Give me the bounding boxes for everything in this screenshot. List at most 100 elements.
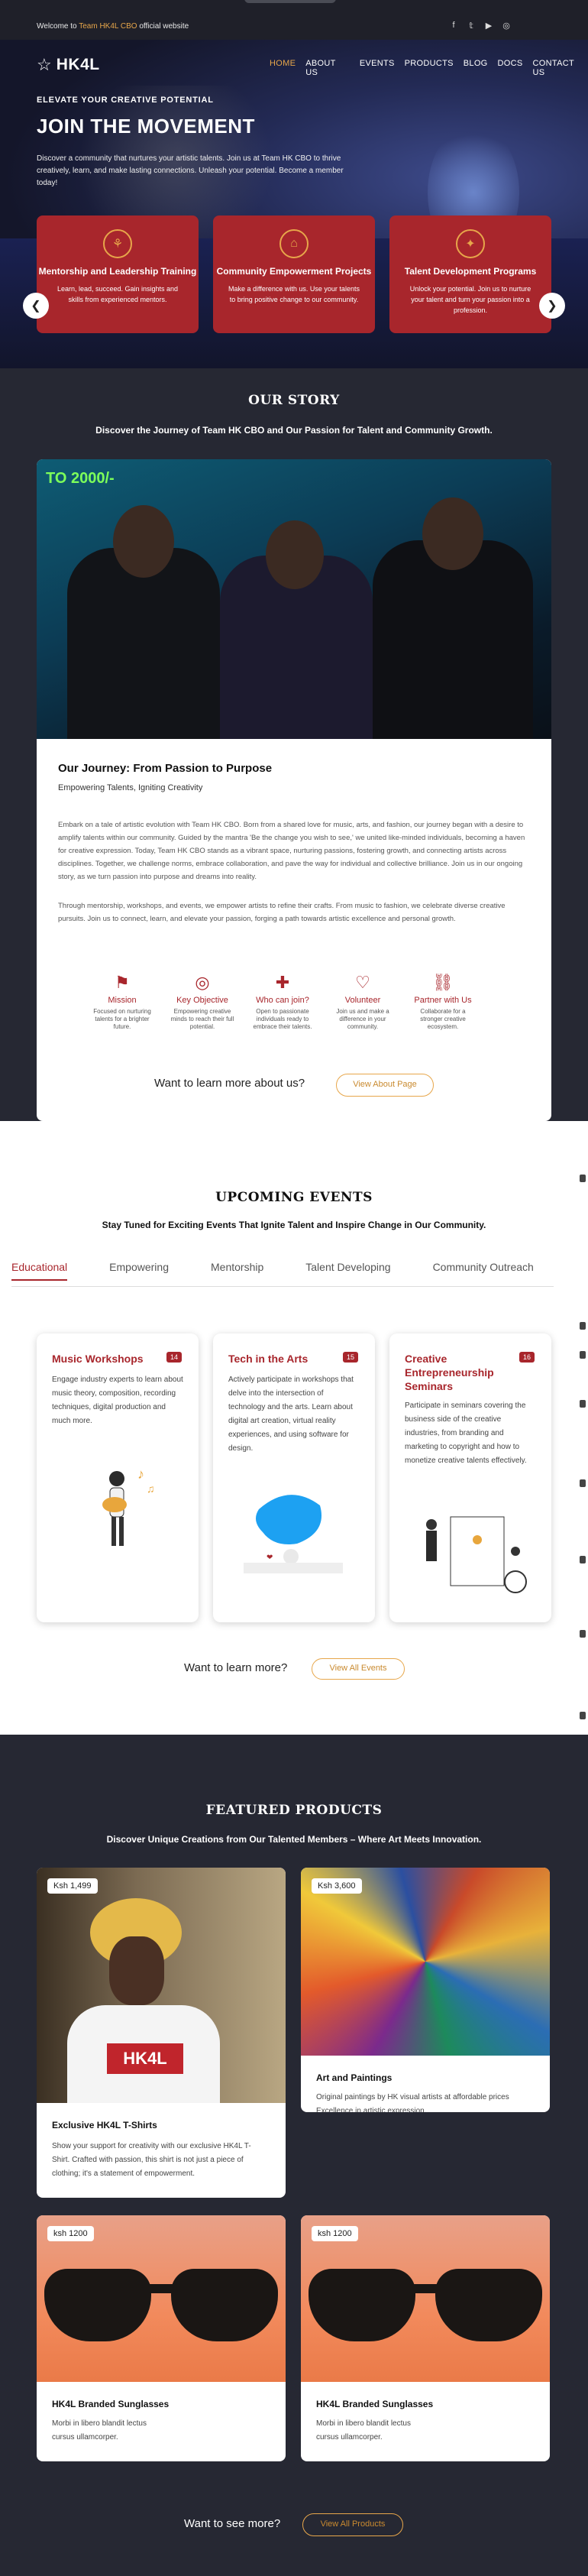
hero-card-community[interactable]: ⌂ Community Empowerment Projects Make a …: [213, 215, 375, 333]
product-text: Original paintings by HK visual artists …: [316, 2093, 509, 2112]
event-count-badge: 14: [166, 1352, 182, 1363]
side-marker: [580, 1351, 586, 1359]
tab-educational[interactable]: Educational: [11, 1261, 68, 1281]
event-title: Creative Entrepreneurship Seminars: [405, 1353, 494, 1392]
bridge: [408, 2284, 443, 2293]
product-text: Morbi in libero blandit lectus cursus ul…: [316, 2419, 411, 2442]
nav-about[interactable]: ABOUT US: [305, 59, 350, 77]
painting-image: [301, 1868, 550, 2056]
welcome-highlight[interactable]: Team HK4L CBO: [79, 22, 137, 31]
products-title: FEATURED PRODUCTS: [205, 1803, 383, 1818]
guitar-player-illustration: ♪♫: [102, 1466, 155, 1546]
events-tabs: Educational Empowering Mentorship Talent…: [11, 1261, 576, 1281]
feature-desc: Collaborate for a stronger creative ecos…: [420, 1008, 466, 1030]
lens-right: [435, 2269, 542, 2341]
view-all-products-button[interactable]: View All Products: [302, 2513, 403, 2536]
hero-title: JOIN THE MOVEMENT: [37, 115, 255, 138]
welcome-pre: Welcome to: [37, 22, 79, 31]
feature-volunteer: ♡ Volunteer Join us and make a differenc…: [328, 973, 397, 1031]
event-card-music[interactable]: Music Workshops 14 Engage industry exper…: [37, 1333, 199, 1622]
photo-sign: TO 2000/-: [46, 470, 115, 487]
hero-card-title: Talent Development Programs: [404, 266, 537, 277]
twitter-bird-illustration: ❤: [244, 1495, 343, 1573]
star-icon: ☆: [37, 55, 52, 74]
event-card-entrepreneurship[interactable]: Creative Entrepreneurship Seminars 16 Pa…: [389, 1333, 551, 1622]
bullseye-icon: ◎: [195, 973, 210, 992]
svg-text:♪: ♪: [137, 1466, 144, 1482]
story-title: OUR STORY: [248, 393, 340, 408]
tab-talent-developing[interactable]: Talent Developing: [305, 1261, 390, 1281]
nav-home[interactable]: HOME: [270, 59, 296, 77]
social-links: f 𝕥 ▶ ◎: [449, 21, 511, 31]
welcome-text: Welcome to Team HK4L CBO official websit…: [37, 22, 189, 31]
tab-mentorship[interactable]: Mentorship: [211, 1261, 263, 1281]
community-icon: ⌂: [279, 229, 309, 258]
person-figure: [373, 540, 533, 739]
event-count-badge: 15: [342, 1352, 358, 1363]
feature-label: Partner with Us: [414, 996, 472, 1005]
hero-eyebrow: ELEVATE YOUR CREATIVE POTENTIAL: [37, 96, 214, 105]
story-paragraph: Through mentorship, workshops, and event…: [58, 902, 506, 923]
product-card-sunglasses-2[interactable]: ksh 1200 HK4L Branded Sunglasses Morbi i…: [301, 2215, 550, 2461]
lens-left: [44, 2269, 151, 2341]
feature-who-can-join: ✚ Who can join? Open to passionate indiv…: [248, 973, 317, 1031]
hero-card-mentorship[interactable]: ⚘ Mentorship and Leadership Training Lea…: [37, 215, 199, 333]
twitter-icon[interactable]: 𝕥: [467, 21, 476, 31]
hero-card-text: Make a difference with us. Use your tale…: [228, 285, 360, 303]
feature-label: Key Objective: [176, 996, 228, 1005]
instagram-icon[interactable]: ◎: [502, 21, 511, 31]
person-head: [422, 497, 483, 570]
site-logo[interactable]: ☆ HK4L: [37, 55, 100, 75]
view-all-events-button[interactable]: View All Events: [312, 1658, 405, 1680]
lens-left: [309, 2269, 415, 2341]
flag-icon: ⚑: [115, 973, 130, 992]
product-text: Morbi in libero blandit lectus cursus ul…: [52, 2419, 147, 2442]
nav-blog[interactable]: BLOG: [464, 59, 488, 77]
event-count-badge: 16: [519, 1352, 535, 1363]
hero-card-text: Learn, lead, succeed. Gain insights and …: [57, 285, 179, 303]
heart-icon: ♡: [355, 973, 370, 992]
story-photo: TO 2000/-: [37, 459, 551, 739]
products-subtitle: Discover Unique Creations from Our Talen…: [106, 1834, 482, 1845]
user-plus-icon: ✚: [275, 973, 290, 992]
learn-more-events-text: Want to learn more?: [184, 1661, 288, 1674]
view-about-button[interactable]: View About Page: [336, 1074, 434, 1097]
welcome-post: official website: [137, 22, 189, 31]
main-nav: HOME ABOUT US EVENTS PRODUCTS BLOG DOCS …: [270, 59, 588, 77]
slider-prev-button[interactable]: ❮: [23, 293, 49, 319]
nav-contact[interactable]: CONTACT US: [533, 59, 588, 77]
youtube-icon[interactable]: ▶: [484, 21, 493, 31]
hero-card-title: Community Empowerment Projects: [216, 266, 372, 277]
facebook-icon[interactable]: f: [449, 21, 458, 31]
product-title: Exclusive HK4L T-Shirts: [52, 2120, 157, 2130]
product-title: HK4L Branded Sunglasses: [52, 2399, 170, 2409]
hero-card-talent[interactable]: ✦ Talent Development Programs Unlock you…: [389, 215, 551, 333]
price-badge: Ksh 1,499: [47, 1878, 98, 1894]
product-title: HK4L Branded Sunglasses: [316, 2399, 434, 2409]
tab-empowering[interactable]: Empowering: [109, 1261, 169, 1281]
event-title: Tech in the Arts: [228, 1353, 309, 1365]
product-title: Art and Paintings: [316, 2072, 393, 2083]
product-card-sunglasses-1[interactable]: ksh 1200 HK4L Branded Sunglasses Morbi i…: [37, 2215, 286, 2461]
side-marker: [580, 1556, 586, 1563]
product-card-art[interactable]: Ksh 3,600 Art and Paintings Original pai…: [301, 1868, 550, 2112]
feature-desc: Open to passionate individuals ready to …: [253, 1008, 312, 1030]
price-badge: ksh 1200: [312, 2226, 358, 2241]
see-more-text: Want to see more?: [184, 2517, 281, 2530]
learn-more-about-text: Want to learn more about us?: [154, 1077, 305, 1090]
hero-text: Discover a community that nurtures your …: [37, 154, 344, 187]
tab-community-outreach[interactable]: Community Outreach: [433, 1261, 534, 1281]
feature-label: Volunteer: [344, 996, 381, 1005]
hero-card-text: Unlock your potential. Join us to nurtur…: [409, 285, 531, 314]
event-card-tech[interactable]: Tech in the Arts 15 Actively participate…: [213, 1333, 375, 1622]
nav-events[interactable]: EVENTS: [360, 59, 395, 77]
event-text: Actively participate in workshops that d…: [228, 1375, 354, 1453]
nav-products[interactable]: PRODUCTS: [405, 59, 454, 77]
product-card-tshirt[interactable]: HK4L Ksh 1,499 Exclusive HK4L T-Shirts S…: [37, 1868, 286, 2198]
feature-partner: ⛓ Partner with Us Collaborate for a stro…: [409, 973, 477, 1031]
hero-card-title: Mentorship and Leadership Training: [38, 266, 197, 277]
nav-docs[interactable]: DOCS: [498, 59, 523, 77]
slider-next-button[interactable]: ❯: [539, 293, 565, 319]
price-badge: Ksh 3,600: [312, 1878, 362, 1894]
link-icon: ⛓: [432, 973, 454, 992]
